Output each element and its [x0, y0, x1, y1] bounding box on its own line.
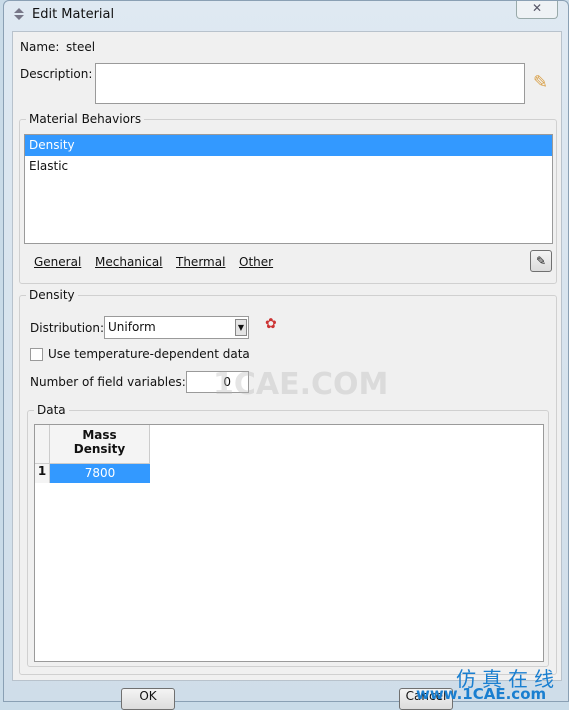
edit-material-window: Edit Material ✕ Name: steel Description:…	[3, 0, 569, 710]
temperature-dependent-label: Use temperature-dependent data	[48, 347, 250, 361]
color-palette-icon[interactable]: ✿	[265, 316, 277, 332]
temperature-dependent-checkbox[interactable]	[30, 348, 43, 361]
window-title: Edit Material	[32, 7, 115, 22]
menu-other[interactable]: Other	[239, 255, 273, 269]
close-button[interactable]: ✕	[516, 1, 558, 19]
distribution-label: Distribution:	[30, 321, 105, 335]
description-input[interactable]	[95, 63, 525, 104]
behaviors-list[interactable]: Density Elastic	[24, 134, 553, 244]
material-behaviors-label: Material Behaviors	[26, 112, 145, 126]
table-cell[interactable]: 7800	[50, 464, 150, 483]
menu-general[interactable]: General	[34, 255, 81, 269]
field-variables-label: Number of field variables:	[30, 375, 186, 389]
distribution-select[interactable]: Uniform ▼	[104, 316, 249, 339]
dialog-body: Name: steel Description: ✎ Material Beha…	[12, 31, 562, 681]
ok-button[interactable]: OK	[121, 688, 175, 710]
app-icon	[14, 8, 24, 20]
description-label: Description:	[20, 67, 93, 81]
row-index: 1	[35, 464, 50, 483]
watermark-url: www.1CAE.com	[416, 685, 547, 703]
menu-mechanical[interactable]: Mechanical	[95, 255, 163, 269]
density-label: Density	[26, 288, 78, 302]
column-header-mass-density[interactable]: Mass Density	[50, 425, 150, 464]
eraser-icon: ✎	[535, 254, 547, 268]
list-item-elastic[interactable]: Elastic	[25, 156, 552, 177]
pencil-icon[interactable]: ✎	[533, 72, 548, 93]
chevron-down-icon[interactable]: ▼	[235, 319, 247, 336]
data-label: Data	[34, 403, 69, 417]
close-icon: ✕	[531, 1, 543, 15]
distribution-value: Uniform	[108, 320, 156, 334]
data-table[interactable]: Mass Density 1 7800	[34, 424, 544, 662]
delete-behavior-button[interactable]: ✎	[530, 250, 552, 272]
menu-thermal[interactable]: Thermal	[176, 255, 225, 269]
watermark-center: 1CAE.COM	[213, 367, 389, 402]
name-value: steel	[66, 40, 96, 54]
name-label: Name:	[20, 40, 60, 54]
list-item-density[interactable]: Density	[25, 135, 552, 156]
